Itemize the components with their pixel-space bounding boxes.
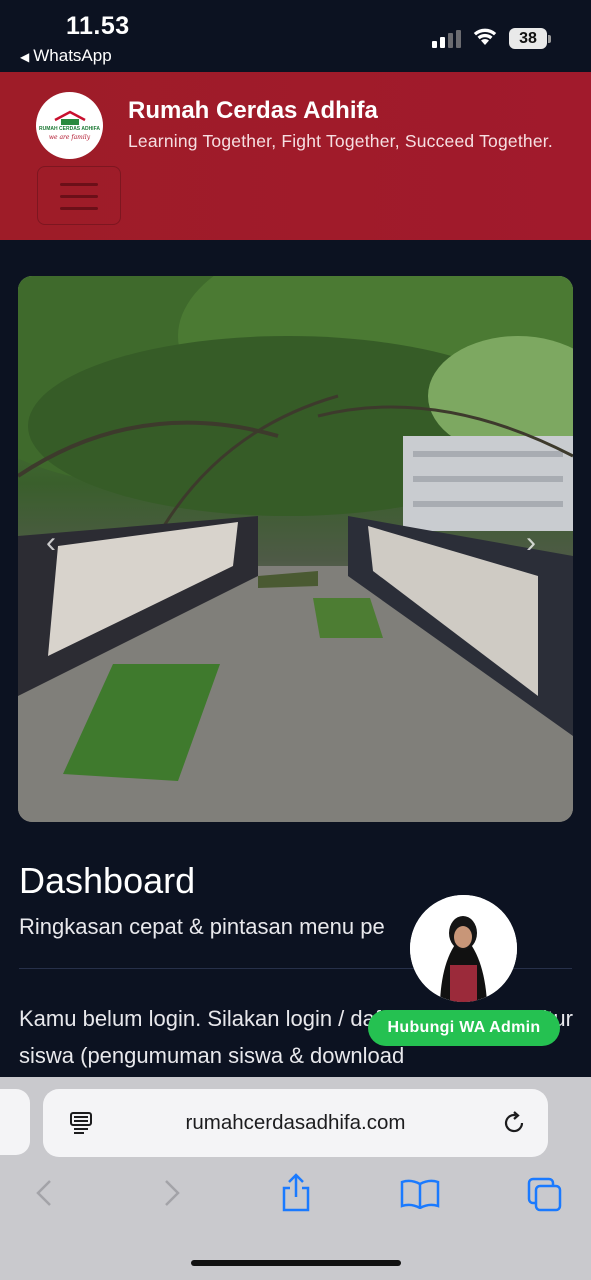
signal-icon <box>432 30 462 48</box>
home-indicator[interactable] <box>191 1260 401 1266</box>
status-bar: 11.53 ◀ WhatsApp 38 <box>0 0 591 72</box>
site-header: RUMAH CERDAS ADHIFA we are family Rumah … <box>0 72 591 240</box>
page-subtitle: Ringkasan cepat & pintasan menu pe <box>19 914 385 939</box>
house-logo-icon <box>53 110 86 125</box>
wa-admin-avatar[interactable] <box>410 895 517 1002</box>
brand-tagline: Learning Together, Fight Together, Succe… <box>128 131 553 151</box>
menu-bar-icon <box>60 207 98 210</box>
forward-icon[interactable] <box>162 1177 182 1209</box>
reload-icon[interactable] <box>501 1110 527 1136</box>
chevron-left-icon: ‹ <box>46 526 56 559</box>
site-logo[interactable]: RUMAH CERDAS ADHIFA we are family <box>36 92 103 159</box>
previous-tab-preview[interactable] <box>0 1089 30 1155</box>
address-bar[interactable]: rumahcerdasadhifa.com <box>43 1089 548 1157</box>
carousel-next-button[interactable]: › <box>526 526 536 560</box>
hero-carousel-image[interactable]: ‹ › <box>18 276 573 822</box>
admin-photo <box>410 895 517 1002</box>
battery-indicator: 38 <box>509 28 547 49</box>
menu-bar-icon <box>60 195 98 198</box>
carousel-prev-button[interactable]: ‹ <box>46 526 56 560</box>
bookmarks-icon[interactable] <box>400 1179 440 1209</box>
back-app-label: WhatsApp <box>33 46 112 65</box>
menu-toggle-button[interactable] <box>37 166 121 225</box>
wifi-icon <box>473 28 497 45</box>
status-time: 11.53 <box>66 12 130 40</box>
wa-admin-button[interactable]: Hubungi WA Admin <box>368 1010 560 1046</box>
hero-photo <box>18 276 573 822</box>
share-icon[interactable] <box>280 1173 312 1213</box>
back-triangle-icon: ◀ <box>20 50 30 64</box>
tabs-icon[interactable] <box>526 1176 564 1212</box>
brand-title[interactable]: Rumah Cerdas Adhifa <box>128 97 378 125</box>
browser-toolbar: rumahcerdasadhifa.com <box>0 1077 591 1280</box>
page-title: Dashboard <box>19 860 196 901</box>
url-text: rumahcerdasadhifa.com <box>185 1111 406 1134</box>
menu-bar-icon <box>60 183 98 186</box>
logo-tagline: we are family <box>48 134 91 141</box>
back-to-app-link[interactable]: ◀ WhatsApp <box>20 46 112 66</box>
back-icon[interactable] <box>34 1177 54 1209</box>
battery-nub <box>548 35 551 43</box>
logo-text: RUMAH CERDAS ADHIFA <box>39 126 100 132</box>
chevron-right-icon: › <box>526 526 536 559</box>
